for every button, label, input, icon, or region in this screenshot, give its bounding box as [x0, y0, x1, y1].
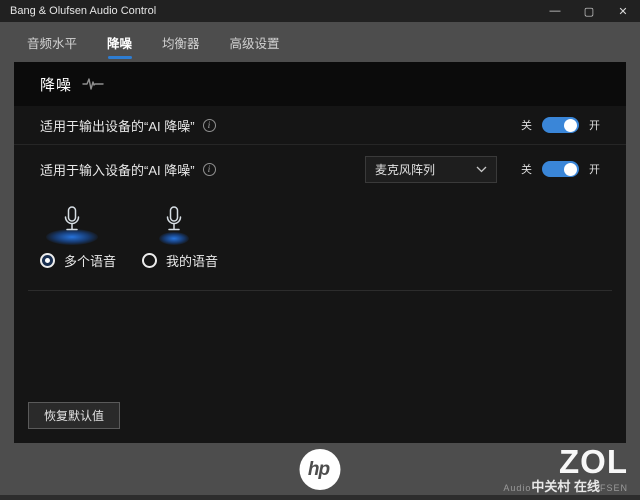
watermark-suffix: FSEN	[599, 483, 628, 493]
output-noise-reduction-row: 适用于输出设备的“AI 降噪” 关 开	[14, 106, 626, 145]
output-noise-reduction-label-group: 适用于输出设备的“AI 降噪”	[40, 116, 216, 135]
watermark-prefix: Audio	[503, 483, 532, 493]
voice-option-multiple-label: 多个语音	[64, 254, 117, 269]
panel-header: 降噪	[14, 62, 626, 106]
tab-bar: 音频水平 降噪 均衡器 高级设置	[0, 22, 640, 62]
microphone-single-icon	[142, 205, 206, 247]
dropdown-selected-value: 麦克风阵列	[375, 162, 436, 177]
toggle-off-label: 关	[521, 164, 532, 176]
voice-option-multiple[interactable]: 多个语音	[40, 205, 116, 270]
input-noise-reduction-toggle[interactable]	[542, 161, 579, 177]
tab-audio-levels[interactable]: 音频水平	[27, 25, 77, 62]
output-noise-reduction-toggle[interactable]	[542, 117, 579, 133]
toggle-knob	[564, 118, 577, 132]
microphone-device-dropdown[interactable]: 麦克风阵列	[365, 155, 497, 183]
info-icon[interactable]	[202, 118, 216, 132]
minimize-button[interactable]: —	[538, 0, 572, 22]
restore-defaults-button[interactable]: 恢复默认值	[28, 402, 121, 429]
toggle-knob	[564, 162, 577, 176]
info-icon[interactable]	[202, 162, 216, 176]
footer: hp ZOL Audio中关村 在线FSEN	[0, 443, 640, 500]
output-toggle-group: 关 开	[521, 117, 600, 133]
title-bar: Bang & Olufsen Audio Control — ▢ ✕	[0, 0, 640, 22]
radio-multiple-voices[interactable]	[40, 253, 55, 268]
input-noise-reduction-label-group: 适用于输入设备的“AI 降噪”	[40, 160, 216, 179]
window-title: Bang & Olufsen Audio Control	[10, 5, 157, 17]
waveform-icon	[82, 76, 104, 92]
input-controls-group: 麦克风阵列 关 开	[365, 155, 600, 183]
panel-title: 降噪	[40, 76, 73, 94]
input-noise-reduction-row: 适用于输入设备的“AI 降噪” 麦克风阵列 关 开	[14, 147, 626, 191]
chevron-down-icon	[476, 166, 487, 173]
close-button[interactable]: ✕	[606, 0, 640, 22]
voice-option-my-voice[interactable]: 我的语音	[142, 205, 218, 270]
output-noise-reduction-label: 适用于输出设备的“AI 降噪”	[40, 118, 195, 134]
tab-advanced-settings[interactable]: 高级设置	[230, 25, 280, 62]
hp-logo: hp	[299, 449, 341, 490]
voice-option-multiple-radio-row: 多个语音	[40, 251, 116, 270]
toggle-off-label: 关	[521, 120, 532, 132]
hp-logo-text: hp	[307, 458, 330, 480]
radio-my-voice[interactable]	[142, 253, 158, 268]
toggle-on-label: 开	[589, 120, 600, 132]
toggle-on-label: 开	[589, 164, 600, 176]
voice-option-my-voice-label: 我的语音	[166, 254, 219, 269]
voice-mode-options: 多个语音 我的语音	[14, 191, 626, 270]
bottom-strip	[0, 495, 640, 500]
zol-watermark-title: ZOL	[559, 443, 628, 480]
zol-watermark-subtitle: Audio中关村 在线FSEN	[503, 480, 628, 494]
voice-option-my-voice-radio-row: 我的语音	[142, 251, 218, 270]
zol-watermark: ZOL Audio中关村 在线FSEN	[503, 445, 628, 494]
input-noise-reduction-label: 适用于输入设备的“AI 降噪”	[40, 162, 195, 178]
maximize-button[interactable]: ▢	[572, 0, 606, 22]
watermark-cn: 中关村 在线	[531, 479, 600, 494]
noise-reduction-panel: 降噪 适用于输出设备的“AI 降噪” 关 开 适用于输入设备的“AI 降噪” 麦…	[14, 62, 626, 443]
microphone-multiple-icon	[40, 205, 104, 247]
tab-equalizer[interactable]: 均衡器	[162, 25, 200, 62]
section-divider	[28, 290, 612, 291]
window-controls: — ▢ ✕	[538, 0, 640, 22]
tab-noise-reduction[interactable]: 降噪	[107, 25, 132, 62]
